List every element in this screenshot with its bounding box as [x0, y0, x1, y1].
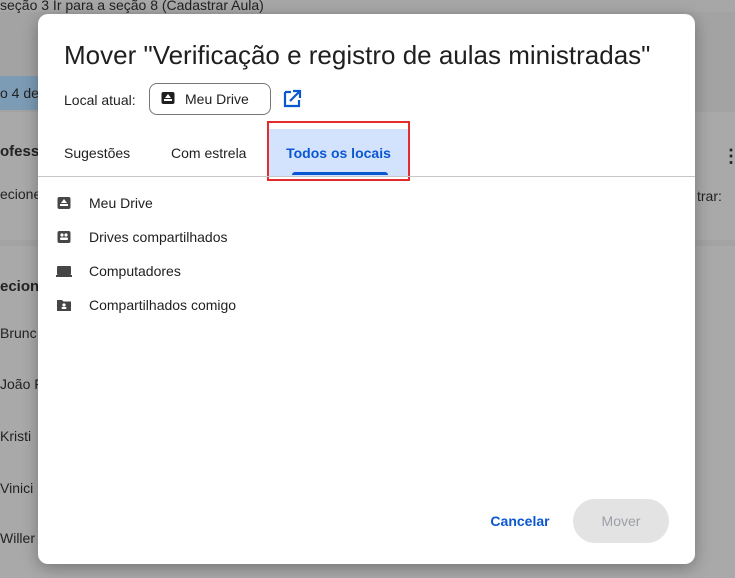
background-fragment: Willer — [0, 530, 35, 546]
more-options-icon[interactable]: ⋮ — [722, 146, 735, 167]
background-fragment: João F — [0, 376, 43, 392]
tab-label: Com estrela — [171, 145, 247, 161]
dialog-title: Mover "Verificação e registro de aulas m… — [64, 40, 651, 70]
list-item-label: Computadores — [89, 263, 181, 279]
background-fragment-right: trar: — [697, 188, 722, 204]
current-location-label: Local atual: — [64, 92, 136, 108]
background-fragment: Vinici — [0, 480, 34, 496]
open-in-new-icon[interactable] — [281, 88, 303, 110]
background-fragment: ecion — [0, 278, 40, 295]
current-location-chip[interactable]: Meu Drive — [149, 83, 271, 115]
background-section-text: seção 3 Ir para a seção 8 (Cadastrar Aul… — [0, 0, 264, 13]
move-dialog: Mover "Verificação e registro de aulas m… — [38, 14, 695, 564]
move-button[interactable]: Mover — [573, 499, 669, 543]
current-location-name: Meu Drive — [185, 91, 249, 107]
tab-label: Sugestões — [64, 145, 131, 161]
highlight-box — [267, 121, 410, 181]
background-fragment: Kristi — [0, 428, 32, 444]
tab-suggestions[interactable]: Sugestões — [64, 129, 154, 177]
background-fragment: Brunc — [0, 325, 37, 341]
tabs-divider — [38, 176, 695, 177]
background-fragment: ecione — [0, 186, 42, 202]
list-item-shared-drives[interactable]: Drives compartilhados — [38, 220, 695, 254]
list-item-label: Meu Drive — [89, 195, 153, 211]
drive-icon — [161, 91, 175, 108]
shared-folder-icon — [56, 297, 72, 313]
cancel-button[interactable]: Cancelar — [475, 501, 565, 541]
location-list: Meu Drive Drives compartilhados Computad… — [38, 186, 695, 322]
computer-icon — [56, 263, 72, 279]
list-item-shared-with-me[interactable]: Compartilhados comigo — [38, 288, 695, 322]
list-item-computers[interactable]: Computadores — [38, 254, 695, 288]
list-item-label: Compartilhados comigo — [89, 297, 237, 313]
background-fragment: o 4 de — [0, 85, 39, 101]
drive-icon — [56, 195, 72, 211]
list-item-label: Drives compartilhados — [89, 229, 228, 245]
list-item-my-drive[interactable]: Meu Drive — [38, 186, 695, 220]
tab-starred[interactable]: Com estrela — [171, 129, 271, 177]
shared-drives-icon — [56, 229, 72, 245]
